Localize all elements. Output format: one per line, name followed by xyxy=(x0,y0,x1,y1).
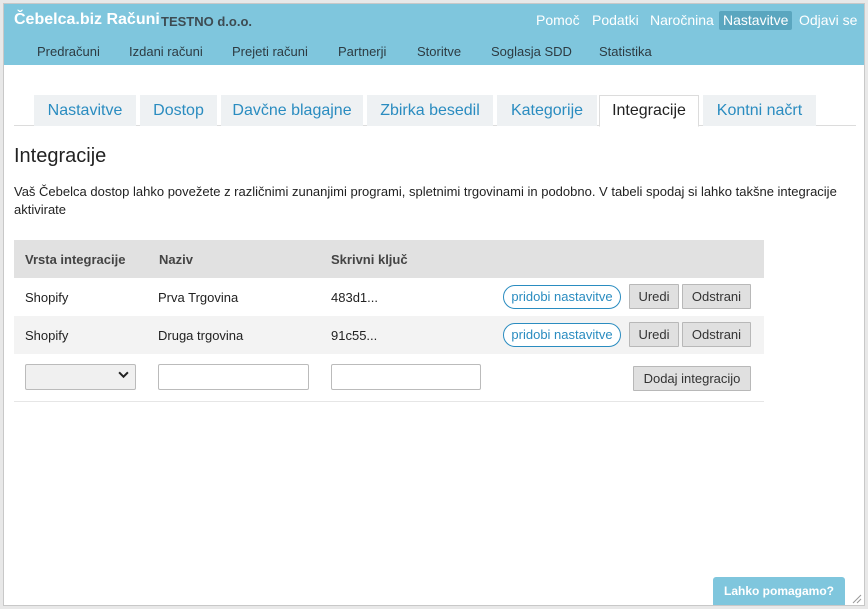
column-header-name: Naziv xyxy=(159,252,193,267)
tab-categories[interactable]: Kategorije xyxy=(497,95,597,126)
main-nav-services[interactable]: Storitve xyxy=(417,44,461,59)
main-nav-quotes[interactable]: Predračuni xyxy=(37,44,100,59)
tab-chart-of-accounts[interactable]: Kontni načrt xyxy=(703,95,816,126)
column-header-type: Vrsta integracije xyxy=(25,252,126,267)
table-header: Vrsta integracije Naziv Skrivni ključ xyxy=(14,240,764,278)
main-nav-partners[interactable]: Partnerji xyxy=(338,44,386,59)
delete-button[interactable]: Odstrani xyxy=(682,322,751,347)
resize-handle-icon[interactable] xyxy=(850,591,862,604)
cell-secret-key: 91c55... xyxy=(331,328,378,343)
main-nav-issued-invoices[interactable]: Izdani računi xyxy=(129,44,203,59)
tab-access[interactable]: Dostop xyxy=(140,95,217,126)
get-settings-button[interactable]: pridobi nastavitve xyxy=(503,285,621,309)
get-settings-button[interactable]: pridobi nastavitve xyxy=(503,323,621,347)
tab-text-collection[interactable]: Zbirka besedil xyxy=(367,95,493,126)
edit-button[interactable]: Uredi xyxy=(629,284,679,309)
page-title: Integracije xyxy=(14,145,107,167)
top-nav-settings[interactable]: Nastavitve xyxy=(719,11,793,30)
cell-name: Prva Trgovina xyxy=(158,290,239,305)
top-nav-data[interactable]: Podatki xyxy=(588,11,643,30)
secret-key-input[interactable] xyxy=(331,364,481,390)
cell-type: Shopify xyxy=(25,328,69,343)
cell-name: Druga trgovina xyxy=(158,328,244,343)
main-nav-sdd-consents[interactable]: Soglasja SDD xyxy=(491,44,572,59)
integration-name-input[interactable] xyxy=(158,364,309,390)
column-header-secret-key: Skrivni ključ xyxy=(331,252,408,267)
edit-button[interactable]: Uredi xyxy=(629,322,679,347)
table-row: Shopify Prva Trgovina 483d1... pridobi n… xyxy=(14,278,764,316)
top-bar: Čebelca.biz Računi TESTNO d.o.o. Pomoč P… xyxy=(4,4,864,65)
cell-type: Shopify xyxy=(25,290,69,305)
delete-button[interactable]: Odstrani xyxy=(682,284,751,309)
top-nav-logout[interactable]: Odjavi se xyxy=(795,11,861,30)
settings-tabs: Nastavitve Dostop Davčne blagajne Zbirka… xyxy=(14,95,856,127)
top-nav-help[interactable]: Pomoč xyxy=(532,11,584,30)
cell-secret-key: 483d1... xyxy=(331,290,378,305)
main-nav-received-invoices[interactable]: Prejeti računi xyxy=(232,44,308,59)
tab-integrations[interactable]: Integracije xyxy=(599,95,699,127)
company-name: TESTNO d.o.o. xyxy=(161,14,252,29)
integration-type-select[interactable] xyxy=(25,364,136,390)
add-integration-button[interactable]: Dodaj integracijo xyxy=(633,366,751,391)
help-chat-button[interactable]: Lahko pomagamo? xyxy=(713,577,845,605)
main-nav-statistics[interactable]: Statistika xyxy=(599,44,652,59)
chevron-down-icon xyxy=(118,369,129,383)
tab-settings[interactable]: Nastavitve xyxy=(34,95,136,126)
tab-fiscal-registers[interactable]: Davčne blagajne xyxy=(221,95,363,126)
top-nav-subscription[interactable]: Naročnina xyxy=(646,11,718,30)
page-description: Vaš Čebelca dostop lahko povežete z razl… xyxy=(14,184,837,217)
add-integration-row: Dodaj integracijo xyxy=(14,354,764,402)
brand-logo[interactable]: Čebelca.biz Računi xyxy=(14,11,160,29)
app-window: Čebelca.biz Računi TESTNO d.o.o. Pomoč P… xyxy=(3,3,865,606)
table-row: Shopify Druga trgovina 91c55... pridobi … xyxy=(14,316,764,354)
